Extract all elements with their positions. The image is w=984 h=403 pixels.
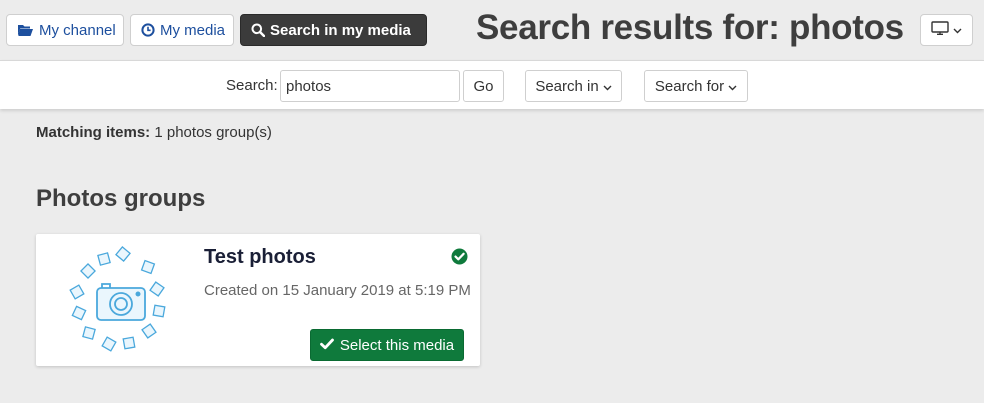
my-channel-label: My channel [39, 21, 116, 39]
chevron-down-icon [728, 78, 737, 95]
select-this-media-label: Select this media [339, 336, 455, 354]
media-created-date: Created on 15 January 2019 at 5:19 PM [204, 282, 471, 299]
go-label: Go [473, 77, 494, 95]
media-card: Test photos Created on 15 January 2019 a… [36, 234, 480, 366]
my-media-button[interactable]: My media [130, 14, 234, 46]
monitor-icon [931, 20, 949, 40]
search-in-my-media-label: Search in my media [270, 21, 411, 39]
matching-items-label: Matching items: [36, 124, 151, 141]
folder-open-icon [17, 23, 34, 37]
chevron-down-icon [953, 21, 962, 39]
my-media-label: My media [160, 21, 226, 39]
go-button[interactable]: Go [463, 70, 504, 102]
search-for-label: Search for [654, 77, 725, 95]
chevron-down-icon [603, 78, 612, 95]
camera-icon [69, 246, 166, 352]
search-label: Search: [226, 77, 278, 94]
search-icon [251, 23, 265, 37]
search-in-my-media-button[interactable]: Search in my media [240, 14, 427, 46]
display-mode-button[interactable] [920, 14, 973, 46]
search-for-dropdown[interactable]: Search for [644, 70, 748, 102]
check-circle-icon [451, 248, 468, 265]
search-input[interactable] [280, 70, 460, 102]
search-in-label: Search in [535, 77, 599, 95]
top-header: My channel My media Search in my media S… [0, 0, 984, 60]
clock-icon [141, 23, 155, 37]
search-in-dropdown[interactable]: Search in [525, 70, 622, 102]
page-title: Search results for: photos [476, 8, 904, 47]
my-channel-button[interactable]: My channel [6, 14, 124, 46]
media-title[interactable]: Test photos [204, 246, 316, 269]
section-title: Photos groups [36, 185, 206, 212]
select-this-media-button[interactable]: Select this media [310, 329, 464, 361]
search-bar: Search: Go Search in Search for [0, 60, 984, 109]
matching-items-value: 1 photos group(s) [154, 124, 272, 141]
matching-items: Matching items: 1 photos group(s) [36, 124, 272, 141]
photos-group-thumbnail [66, 246, 176, 356]
check-icon [319, 337, 334, 354]
